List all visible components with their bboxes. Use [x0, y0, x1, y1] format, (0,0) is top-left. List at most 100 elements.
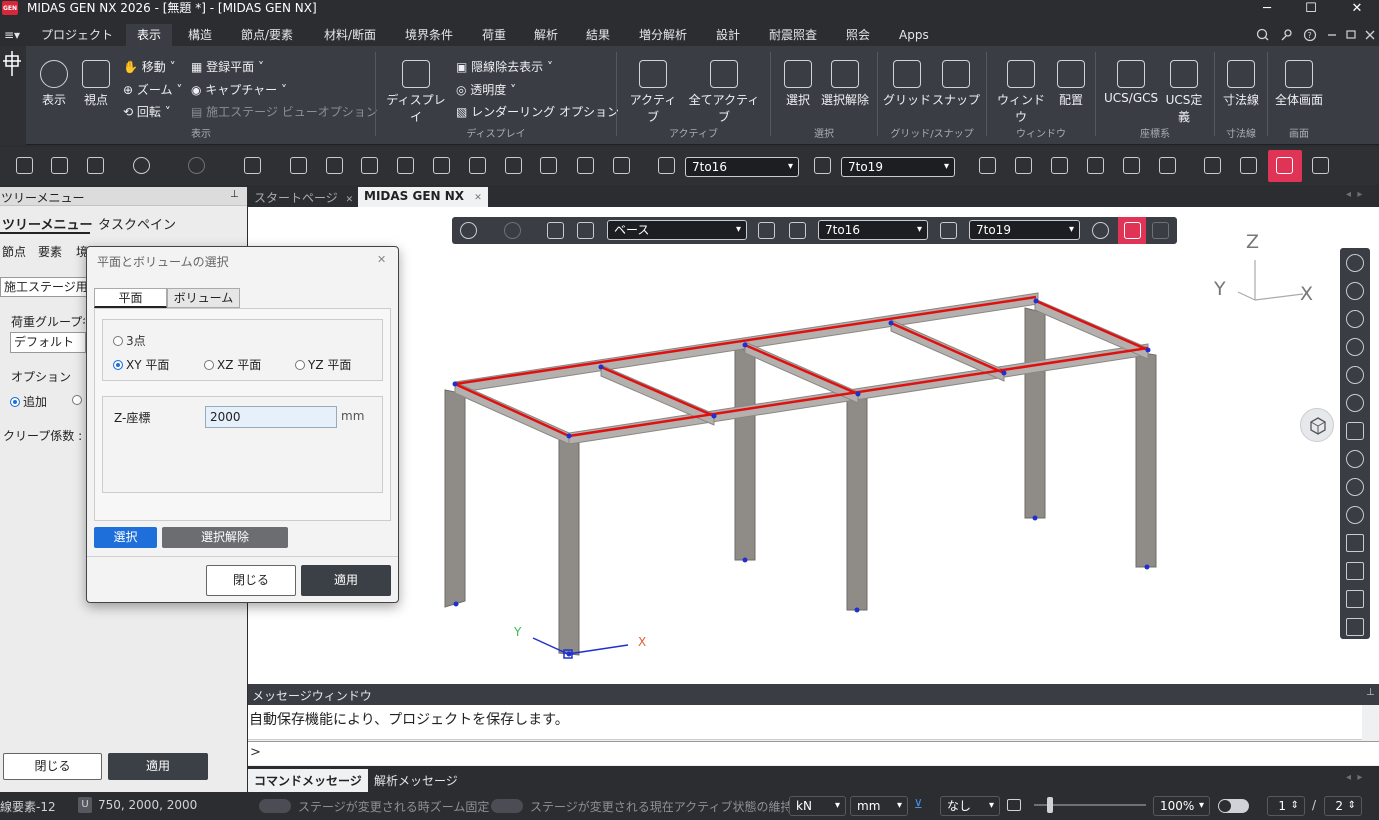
- select-window-icon[interactable]: [326, 157, 343, 174]
- menu-material-section[interactable]: 材料/断面: [316, 24, 384, 46]
- radio-xz-plane[interactable]: XZ 平面: [204, 356, 261, 373]
- activate-icon[interactable]: [979, 157, 996, 174]
- iso-view-icon[interactable]: [1346, 534, 1364, 552]
- select-plane-icon[interactable]: [433, 157, 450, 174]
- menu-structure[interactable]: 構造: [180, 24, 220, 46]
- select-intersect-icon[interactable]: [397, 157, 414, 174]
- tab-plane[interactable]: 平面: [94, 288, 167, 308]
- menu-design[interactable]: 設計: [708, 24, 748, 46]
- move-button[interactable]: ✋ 移動 ˅: [123, 58, 176, 75]
- menu-analysis[interactable]: 解析: [526, 24, 566, 46]
- select-button[interactable]: 選択: [782, 60, 814, 108]
- length-unit-select[interactable]: mm ▾: [850, 796, 908, 816]
- menu-node-element[interactable]: 節点/要素: [233, 24, 301, 46]
- zoom-out-icon[interactable]: [1346, 338, 1364, 356]
- element-filter-icon[interactable]: [814, 157, 831, 174]
- save-file-icon[interactable]: [87, 157, 104, 174]
- subtab-node[interactable]: 節点: [2, 243, 26, 260]
- close-icon[interactable]: ✕: [474, 193, 482, 203]
- monitor-icon[interactable]: [1312, 157, 1329, 174]
- zoom-in-icon[interactable]: [1346, 310, 1364, 328]
- option-other-radio[interactable]: [72, 393, 85, 407]
- tree-close-button[interactable]: 閉じる: [3, 753, 102, 780]
- zoom-button[interactable]: ⊕ ズーム ˅: [123, 81, 182, 98]
- dynamic-view-icon[interactable]: [1346, 506, 1364, 524]
- dimension-button[interactable]: 寸法線: [1220, 60, 1262, 108]
- tab-tree-menu[interactable]: ツリーメニュー: [2, 214, 92, 233]
- menu-boundary[interactable]: 境界条件: [397, 24, 461, 46]
- select-button[interactable]: 選択: [94, 527, 157, 548]
- tab-scroll-icons[interactable]: ◂ ▸: [1346, 189, 1362, 200]
- activate-inverse-icon[interactable]: [1087, 157, 1104, 174]
- tab-volume[interactable]: ボリューム: [167, 288, 240, 308]
- view-option-icon[interactable]: [1204, 157, 1221, 174]
- activate-previous-icon[interactable]: [1123, 157, 1140, 174]
- zoom-selection-icon[interactable]: [1346, 366, 1364, 384]
- dialog-close-icon[interactable]: ✕: [377, 253, 386, 266]
- ucs-define-button[interactable]: UCS定義: [1160, 60, 1208, 125]
- hidden-line-button[interactable]: ▣ 隠線除去表示 ˅: [456, 58, 553, 75]
- radio-yz-plane[interactable]: YZ 平面: [295, 356, 351, 373]
- tab-scroll-icons[interactable]: ◂ ▸: [1346, 772, 1362, 783]
- force-unit-select[interactable]: kN ▾: [789, 796, 846, 816]
- menu-seismic[interactable]: 耐震照査: [761, 24, 825, 46]
- menu-load[interactable]: 荷重: [474, 24, 514, 46]
- front-view-icon[interactable]: [1346, 562, 1364, 580]
- tree-apply-button[interactable]: 適用: [108, 753, 208, 780]
- show-button[interactable]: 表示: [38, 60, 70, 108]
- menu-results[interactable]: 結果: [578, 24, 618, 46]
- page-current-stepper[interactable]: 1 ⇕: [1267, 796, 1305, 816]
- orbit-icon[interactable]: [1346, 450, 1364, 468]
- stage-combo[interactable]: 施工ステージ用: [0, 277, 88, 297]
- pin-icon[interactable]: ⊥: [1366, 687, 1375, 698]
- transparency-button[interactable]: ◎ 透明度 ˅: [456, 81, 516, 98]
- display-toggle[interactable]: [1218, 799, 1249, 813]
- select-tool-icon[interactable]: [290, 157, 307, 174]
- tab-command-message[interactable]: コマンドメッセージ: [248, 769, 368, 792]
- filter-icon[interactable]: ⊻: [914, 797, 923, 811]
- label-icon[interactable]: [1007, 799, 1021, 811]
- model-viewport[interactable]: ベース ▾ 7to16 ▾ 7to19 ▾ Z Y X Y X: [248, 207, 1379, 684]
- select-volume-icon[interactable]: [469, 157, 486, 174]
- display-button[interactable]: ディスプレイ: [382, 60, 450, 125]
- tab-main[interactable]: MIDAS GEN NX ✕: [358, 187, 488, 207]
- maximize-button[interactable]: ☐: [1289, 0, 1333, 17]
- zoom-previous-icon[interactable]: [1346, 394, 1364, 412]
- command-input[interactable]: >: [248, 741, 1379, 765]
- zoom-percent-select[interactable]: 100% ▾: [1153, 796, 1210, 816]
- window-button[interactable]: ウィンドウ: [992, 60, 1050, 125]
- option-add-radio[interactable]: 追加: [10, 393, 47, 410]
- structure-model[interactable]: Y X: [248, 207, 1379, 684]
- tab-analysis-message[interactable]: 解析メッセージ: [374, 772, 458, 789]
- undo-icon[interactable]: [133, 157, 150, 174]
- menu-apps[interactable]: Apps: [891, 24, 937, 46]
- select-line-icon[interactable]: [505, 157, 522, 174]
- select-filter-icon[interactable]: [658, 157, 675, 174]
- activate-record-icon[interactable]: [1159, 157, 1176, 174]
- inactivate-icon[interactable]: [1015, 157, 1032, 174]
- zoom-fit-icon[interactable]: [1346, 254, 1364, 272]
- radio-3pt[interactable]: 3点: [113, 332, 146, 349]
- tab-task-pane[interactable]: タスクペイン: [98, 214, 176, 233]
- reg-plane-button[interactable]: ▦ 登録平面 ˅: [191, 58, 264, 75]
- node-range-combo[interactable]: 7to16 ▾: [685, 157, 799, 177]
- active-button[interactable]: アクティブ: [624, 60, 682, 125]
- subtab-element[interactable]: 要素: [38, 243, 62, 260]
- element-range-combo[interactable]: 7to19 ▾: [841, 157, 955, 177]
- zoom-lock-toggle[interactable]: [259, 799, 291, 813]
- display-option-select[interactable]: なし ▾: [940, 796, 1000, 816]
- pin-icon[interactable]: [0, 46, 26, 86]
- viewpoint-button[interactable]: 視点: [80, 60, 112, 108]
- grid-view-icon[interactable]: [1240, 157, 1257, 174]
- activate-all-icon[interactable]: [1051, 157, 1068, 174]
- new-file-icon[interactable]: [16, 157, 33, 174]
- grid-button[interactable]: グリッド: [883, 60, 931, 108]
- view-cube-button[interactable]: [1300, 408, 1334, 442]
- menu-incremental[interactable]: 増分解析: [631, 24, 695, 46]
- capture-button[interactable]: ◉ キャプチャー ˅: [191, 81, 287, 98]
- dialog-apply-button[interactable]: 適用: [301, 565, 391, 596]
- radio-xy-plane[interactable]: XY 平面: [113, 356, 169, 373]
- z-coordinate-input[interactable]: 2000: [205, 406, 337, 428]
- side-view-icon[interactable]: [1346, 590, 1364, 608]
- hamburger-menu-icon[interactable]: ≡▾: [0, 24, 24, 46]
